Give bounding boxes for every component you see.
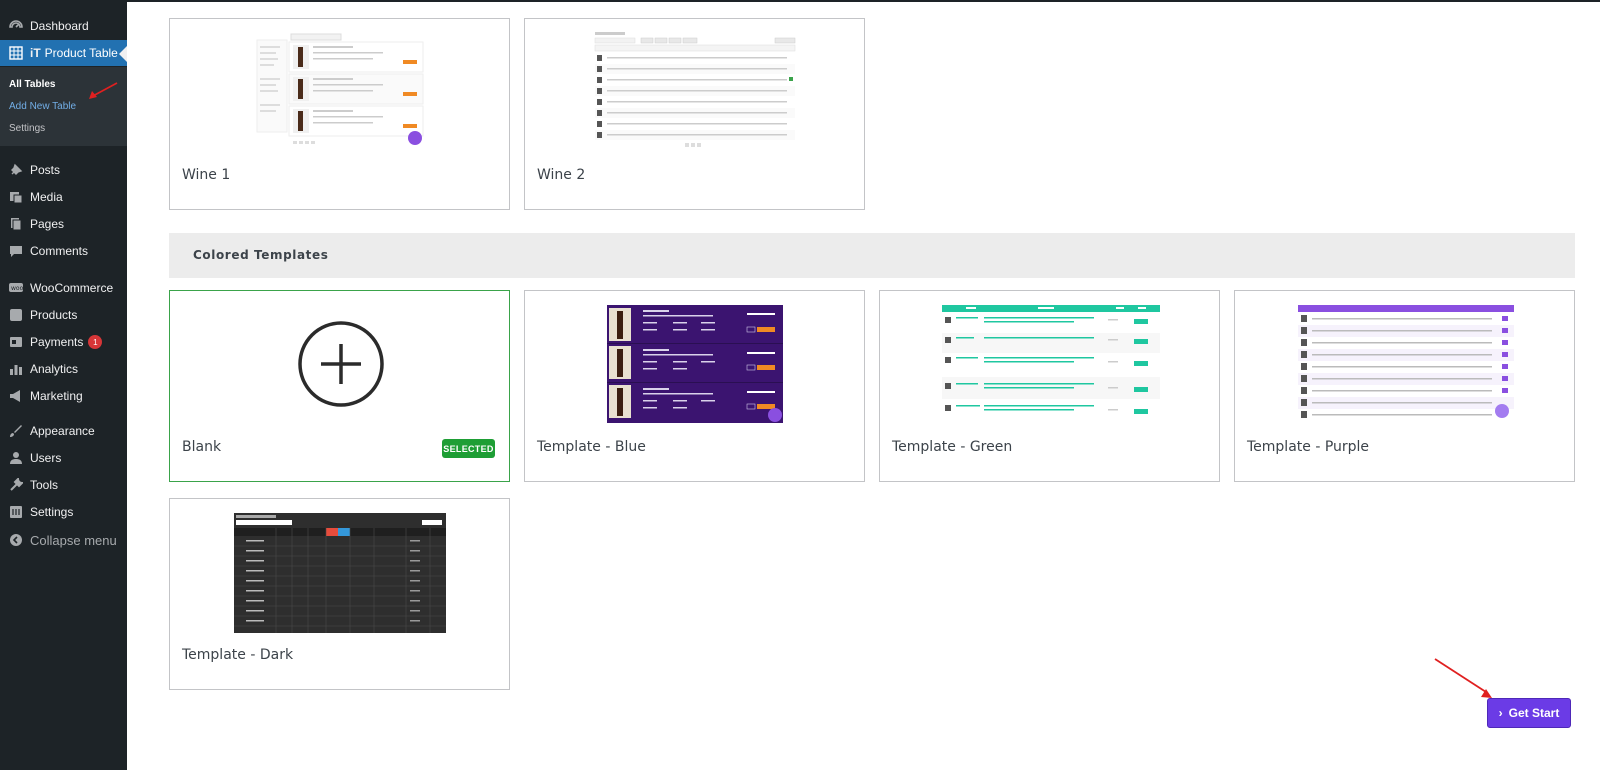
menu-label: Comments	[30, 244, 89, 258]
products-icon	[9, 308, 23, 322]
dashboard-icon	[9, 19, 23, 33]
wine-1-thumbnail	[255, 32, 425, 148]
payments-count-badge: 1	[88, 335, 103, 349]
template-title: Wine 2	[537, 167, 586, 183]
menu-label: Media	[30, 190, 63, 204]
marketing-icon	[9, 389, 23, 403]
users-icon	[9, 451, 23, 465]
menu-label: Marketing	[30, 389, 83, 403]
menu-label: Posts	[30, 163, 61, 177]
collapse-icon	[9, 533, 23, 547]
annotation-arrow-get-start	[1434, 658, 1492, 698]
template-card-blue[interactable]: Template - Blue	[524, 290, 865, 482]
dark-template-thumbnail	[234, 513, 446, 633]
template-card-green[interactable]: Template - Green	[879, 290, 1220, 482]
media-icon	[9, 190, 23, 204]
menu-item-analytics[interactable]: Analytics	[0, 356, 127, 382]
payments-icon	[9, 335, 23, 349]
menu-label: Users	[30, 451, 62, 465]
menu-item-pages[interactable]: Pages	[0, 211, 127, 237]
get-start-button[interactable]: › Get Start	[1487, 698, 1571, 728]
submenu-all-tables[interactable]: All Tables	[9, 79, 56, 90]
template-card-dark[interactable]: Template - Dark	[169, 498, 510, 690]
menu-item-payments[interactable]: Payments 1	[0, 329, 127, 355]
wine-2-thumbnail	[593, 31, 797, 151]
menu-item-tools[interactable]: Tools	[0, 472, 127, 498]
template-card-wine-1[interactable]: Wine 1	[169, 18, 510, 210]
purple-template-thumbnail	[1298, 305, 1514, 423]
section-title: Colored Templates	[193, 248, 329, 262]
menu-item-dashboard[interactable]: Dashboard	[0, 13, 127, 39]
plus-circle-icon	[298, 321, 384, 407]
template-card-wine-2[interactable]: Wine 2	[524, 18, 865, 210]
menu-label: Products	[30, 308, 78, 322]
get-start-label: Get Start	[1508, 706, 1560, 720]
annotation-arrow-add-new	[89, 82, 118, 99]
menu-item-media[interactable]: Media	[0, 184, 127, 210]
template-title: Template - Purple	[1247, 439, 1370, 455]
menu-item-woocommerce[interactable]: woo WooCommerce	[0, 275, 127, 301]
template-title: Wine 1	[182, 167, 231, 183]
settings-icon	[9, 505, 23, 519]
menu-label: Product Table	[44, 46, 118, 60]
menu-item-product-table[interactable]: iT Product Table	[0, 40, 127, 66]
menu-label: Pages	[30, 217, 65, 231]
analytics-icon	[9, 362, 23, 376]
menu-label: Appearance	[30, 424, 95, 438]
menu-item-products[interactable]: Products	[0, 302, 127, 328]
selected-badge: SELECTED	[442, 439, 495, 458]
menu-item-posts[interactable]: Posts	[0, 157, 127, 183]
green-template-thumbnail	[942, 305, 1160, 423]
template-title: Template - Green	[892, 439, 1013, 455]
table-icon	[9, 46, 23, 60]
template-card-purple[interactable]: Template - Purple	[1234, 290, 1575, 482]
menu-item-appearance[interactable]: Appearance	[0, 418, 127, 444]
menu-item-marketing[interactable]: Marketing	[0, 383, 127, 409]
pages-icon	[9, 217, 23, 231]
product-table-prefix: iT	[30, 46, 41, 60]
menu-item-settings[interactable]: Settings	[0, 499, 127, 525]
template-card-blank[interactable]: Blank SELECTED	[169, 290, 510, 482]
template-title: Blank	[182, 439, 222, 455]
brush-icon	[9, 424, 23, 438]
template-title: Template - Blue	[537, 439, 646, 455]
comment-icon	[9, 244, 23, 258]
menu-item-comments[interactable]: Comments	[0, 238, 127, 264]
menu-label: Dashboard	[30, 19, 89, 33]
menu-label: Tools	[30, 478, 59, 492]
menu-label: WooCommerce	[30, 281, 114, 295]
collapse-menu[interactable]: Collapse menu	[0, 527, 127, 553]
menu-item-users[interactable]: Users	[0, 445, 127, 471]
menu-label: Settings	[30, 505, 74, 519]
chevron-right-icon: ›	[1498, 706, 1503, 720]
collapse-label: Collapse menu	[30, 532, 117, 548]
pin-icon	[9, 163, 23, 177]
top-border	[0, 0, 1600, 2]
template-title: Template - Dark	[182, 647, 294, 663]
submenu-add-new-table[interactable]: Add New Table	[9, 101, 76, 112]
submenu-settings[interactable]: Settings	[9, 123, 45, 134]
product-table-submenu: All Tables Add New Table Settings	[0, 67, 127, 146]
menu-label: Payments	[30, 335, 84, 349]
blue-template-thumbnail	[607, 305, 783, 423]
tools-icon	[9, 478, 23, 492]
menu-label: Analytics	[30, 362, 79, 376]
svg-text:woo: woo	[11, 285, 23, 292]
woo-icon: woo	[9, 281, 23, 295]
section-colored-templates: Colored Templates	[169, 233, 1575, 278]
admin-sidebar: Dashboard iT Product Table All Tables Ad…	[0, 0, 127, 770]
